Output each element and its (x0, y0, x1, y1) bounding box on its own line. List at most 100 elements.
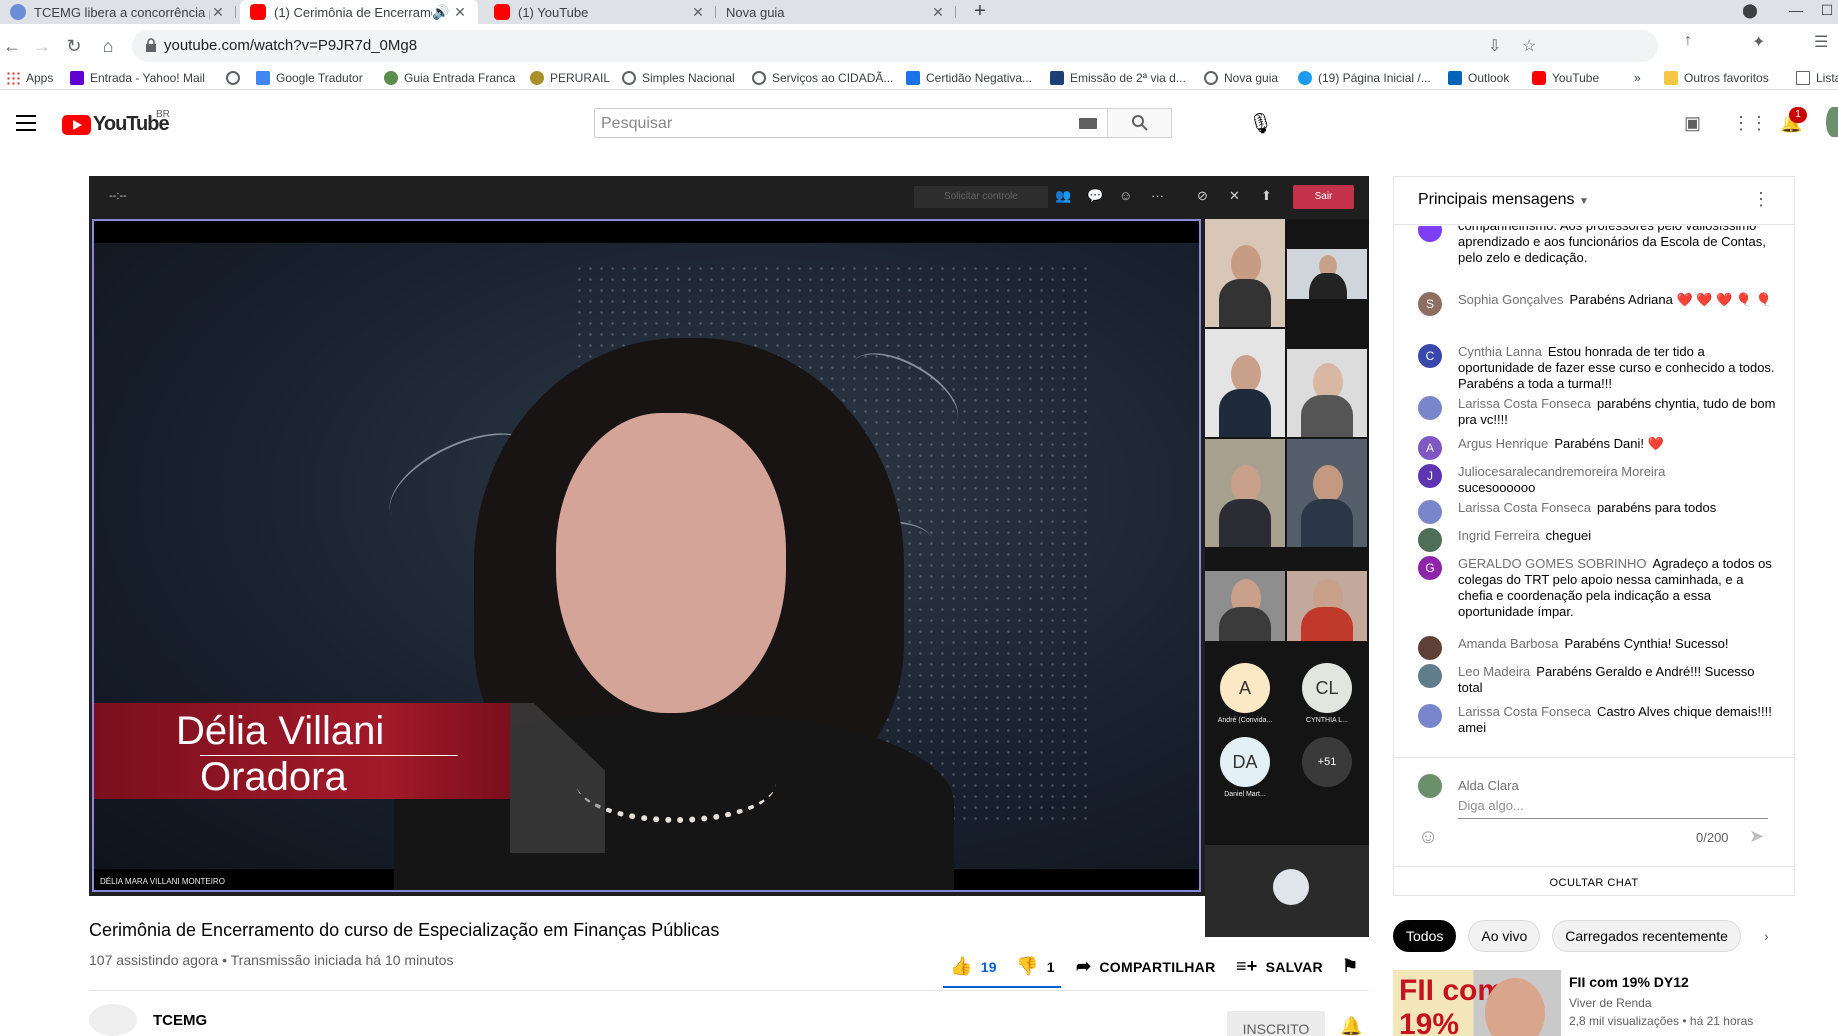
bookmark-guia-entrada[interactable]: Guia Entrada Franca (384, 69, 515, 87)
reload-button[interactable]: ↻ (62, 32, 86, 60)
send-icon[interactable]: ➤ (1749, 826, 1764, 847)
bookmark-lista[interactable]: Lista de leitura (1796, 69, 1838, 87)
lower-third-banner: Délia Villani Oradora (94, 703, 510, 799)
install-icon[interactable]: ⇩ (1488, 36, 1501, 56)
dislike-button[interactable]: 👎 1 (1016, 956, 1055, 977)
hide-chat-button[interactable]: OCULTAR CHAT (1394, 866, 1794, 889)
save-button[interactable]: ≡+ SALVAR (1236, 956, 1323, 977)
twitter-icon (1298, 71, 1312, 85)
recommended-title: FII com 19% DY12 (1569, 974, 1689, 990)
video-player[interactable]: --:-- Solicitar controle 👥 💬 ☺ ··· ⊘ ✕ ⬆… (89, 176, 1369, 937)
home-button[interactable]: ⌂ (96, 32, 120, 60)
chat-input[interactable]: Diga algo... (1458, 798, 1524, 813)
search-button[interactable] (1107, 108, 1172, 138)
avatar: G (1418, 556, 1442, 580)
participant-thumb (1287, 439, 1367, 547)
tab-tcemg[interactable]: TCEMG libera a concorrência par ✕ (0, 0, 236, 24)
bookmark-tradutor[interactable]: Google Tradutor (256, 69, 363, 87)
close-icon[interactable]: ✕ (690, 4, 706, 21)
video-thumbnail[interactable]: FII com 19% (1393, 970, 1561, 1036)
minimize-button[interactable]: — (1776, 0, 1816, 24)
participant-thumb (1287, 249, 1367, 299)
bookmark-youtube[interactable]: YouTube (1532, 69, 1599, 87)
reading-list-icon[interactable]: ☰ (1814, 32, 1828, 52)
more-bookmarks-icon[interactable]: » (1634, 69, 1641, 87)
mic-off-icon: ✕ (1229, 188, 1240, 203)
create-video-icon[interactable]: ▣ (1684, 113, 1701, 134)
like-button[interactable]: 👍 19 (950, 956, 997, 977)
close-icon[interactable]: ✕ (930, 4, 946, 21)
chip-todos[interactable]: Todos (1393, 920, 1457, 952)
maximize-button[interactable]: ☐ (1816, 0, 1838, 24)
chat-messages: companheirismo. Aos professores pelo val… (1394, 226, 1794, 756)
bookmark-globe[interactable] (226, 69, 246, 87)
keyboard-icon[interactable] (1079, 118, 1097, 129)
bookmark-servicos[interactable]: Serviços ao CIDADÃ... (752, 69, 893, 87)
apps-grid-icon[interactable]: ⋮⋮ (1732, 113, 1768, 134)
participants-panel: A André (Convida... CL CYNTHIA L... DA Dani… (1205, 219, 1369, 937)
emoji-icon[interactable]: ☺ (1418, 826, 1438, 849)
tab-title: (1) YouTube (518, 4, 589, 20)
report-button[interactable]: ⚑ (1342, 956, 1366, 977)
recommended-video[interactable]: FII com 19% FII com 19% DY12 Viver de Re… (1393, 970, 1813, 1036)
chip-carregados[interactable]: Carregados recentemente (1552, 920, 1741, 952)
bookmark-yahoo[interactable]: Entrada - Yahoo! Mail (70, 69, 205, 87)
channel-name[interactable]: TCEMG (153, 1012, 207, 1029)
back-button[interactable]: ← (0, 32, 24, 60)
close-icon[interactable]: ✕ (452, 4, 468, 21)
bookmark-perurail[interactable]: PERURAIL (530, 69, 610, 87)
bookmark-outlook[interactable]: Outlook (1448, 69, 1509, 87)
chat-message: Ingrid Ferreira cheguei (1418, 528, 1778, 552)
forward-button[interactable]: → (30, 32, 54, 60)
chat-message: Leo Madeira Parabéns Geraldo e André!!! S… (1418, 664, 1778, 696)
translate-icon (256, 71, 270, 85)
subscribed-button[interactable]: INSCRITO (1227, 1011, 1325, 1036)
bell-icon[interactable]: 🔔 (1340, 1016, 1371, 1036)
tab-nova-guia[interactable]: Nova guia ✕ (716, 0, 956, 24)
youtube-logo[interactable]: YouTube BR (62, 109, 170, 136)
folder-icon (1664, 71, 1678, 85)
globe-icon (1204, 71, 1218, 85)
bookmark-emissao[interactable]: Emissão de 2ª via d... (1050, 69, 1186, 87)
chat-message: Larissa Costa Fonseca parabéns chyntia, t… (1418, 396, 1778, 428)
menu-icon[interactable] (16, 115, 36, 131)
chat-mode-dropdown[interactable]: Principais mensagens ▼ (1418, 191, 1589, 209)
new-tab-button[interactable]: + (968, 0, 992, 24)
avatar: S (1418, 292, 1442, 316)
participant-avatar: DA Daniel Mart... (1205, 733, 1285, 805)
search-input[interactable]: Pesquisar (594, 108, 1108, 138)
microphone-icon[interactable]: 🎙 (1248, 111, 1273, 136)
profile-menu-icon[interactable]: ⬤ (1730, 0, 1770, 24)
bookmark-apps[interactable]: Apps (6, 69, 53, 87)
extensions-icon[interactable]: ✦ (1752, 32, 1765, 52)
bookmark-nova-guia[interactable]: Nova guia (1204, 69, 1278, 87)
omnibox[interactable]: youtube.com/watch?v=P9JR7d_0Mg8 ⇩ ☆ (132, 30, 1658, 62)
upload-icon[interactable]: ↑ (1684, 32, 1692, 50)
chat-message: Amanda Barbosa Parabéns Cynthia! Sucesso! (1418, 636, 1778, 660)
bookmark-simples[interactable]: Simples Nacional (622, 69, 735, 87)
more-participants-badge: +51 (1287, 733, 1367, 805)
live-chat: Principais mensagens ▼ ⋮ companheirismo.… (1393, 176, 1795, 896)
avatar (1418, 774, 1442, 798)
recommended-meta: 2,8 mil visualizações • há 21 horas (1569, 1014, 1754, 1028)
bookmark-outros[interactable]: Outros favoritos (1664, 69, 1769, 87)
avatar: A (1418, 436, 1442, 460)
star-icon[interactable]: ☆ (1522, 36, 1536, 56)
tab-cerimonia[interactable]: (1) Cerimônia de Encerramen 🔊 ✕ (240, 0, 478, 24)
bookmark-certidao[interactable]: Certidão Negativa... (906, 69, 1032, 87)
chat-message: J Juliocesaralecandremoreira Moreira suces… (1418, 464, 1778, 496)
speaker-icon[interactable]: 🔊 (432, 4, 449, 21)
url-text: youtube.com/watch?v=P9JR7d_0Mg8 (164, 37, 418, 54)
participant-thumb (1287, 571, 1367, 641)
close-icon[interactable]: ✕ (210, 4, 226, 21)
tab-youtube[interactable]: (1) YouTube ✕ (484, 0, 716, 24)
channel-avatar[interactable] (89, 1004, 137, 1036)
avatar[interactable] (1826, 107, 1838, 137)
country-code: BR (156, 109, 170, 120)
chip-ao-vivo[interactable]: Ao vivo (1468, 920, 1541, 952)
share-button[interactable]: ➦ COMPARTILHAR (1076, 956, 1216, 977)
more-options-icon[interactable]: ⋮ (1752, 189, 1770, 210)
yahoo-icon (70, 71, 84, 85)
chevron-right-icon[interactable]: › (1764, 928, 1769, 944)
bookmark-twitter[interactable]: (19) Página Inicial /... (1298, 69, 1431, 87)
